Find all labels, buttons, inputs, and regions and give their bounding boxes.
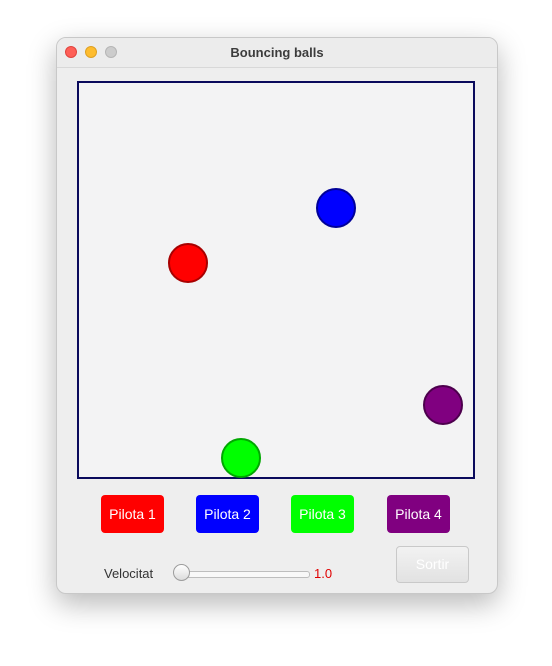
ball-court: [77, 81, 475, 479]
pilota-4-button[interactable]: Pilota 4: [387, 495, 450, 533]
window-title: Bouncing balls: [230, 45, 324, 60]
speed-slider-thumb[interactable]: [173, 564, 190, 581]
ball-purple: [423, 385, 463, 425]
exit-button[interactable]: Sortir: [396, 546, 469, 583]
ball-red: [168, 243, 208, 283]
ball-blue: [316, 188, 356, 228]
app-window: Bouncing balls Pilota 1 Pilota 2 Pilota …: [56, 37, 498, 594]
pilota-2-button[interactable]: Pilota 2: [196, 495, 259, 533]
ball-green: [221, 438, 261, 478]
pilota-1-button[interactable]: Pilota 1: [101, 495, 164, 533]
speed-label: Velocitat: [104, 566, 154, 581]
speed-slider-track[interactable]: [177, 571, 310, 578]
pilota-3-button[interactable]: Pilota 3: [291, 495, 354, 533]
title-bar: Bouncing balls: [57, 38, 497, 68]
speed-value: 1.0: [314, 566, 333, 581]
